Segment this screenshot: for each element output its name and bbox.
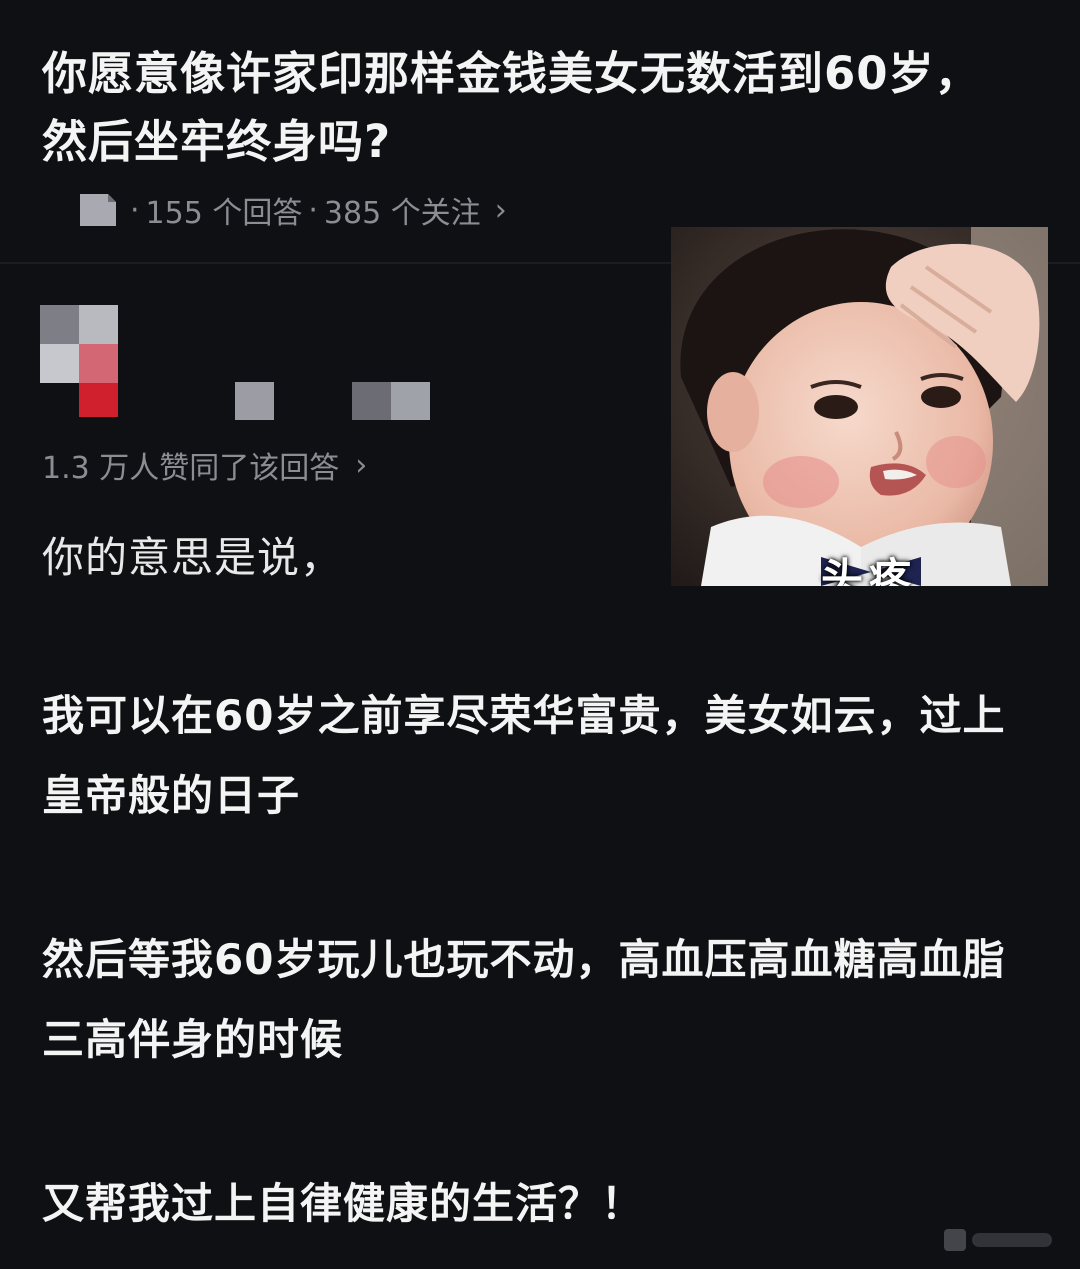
watermark-logo [938, 1221, 1058, 1257]
avatar-pixel [79, 305, 118, 344]
upvote-summary[interactable]: 1.3 万人赞同了该回答 › [42, 443, 367, 487]
avatar[interactable] [40, 305, 118, 417]
author-name-mosaic[interactable] [391, 382, 430, 420]
answer-paragraph: 然后等我60岁玩儿也玩不动，高血压高血糖高血脂三高伴身的时候 [42, 935, 1006, 1064]
answer-paragraph: 你的意思是说， [42, 533, 344, 582]
meta-separator: · [130, 192, 140, 228]
answer-paragraph: 我可以在60岁之前享尽荣华富贵，美女如云，过上皇帝般的日子 [42, 691, 1006, 820]
author-name-mosaic[interactable] [352, 382, 391, 420]
upvote-text: 1.3 万人赞同了该回答 [42, 451, 340, 486]
question-title[interactable]: 你愿意像许家印那样金钱美女无数活到60岁，然后坐牢终身吗? [42, 40, 982, 176]
answers-count: 155 个回答 [145, 196, 303, 231]
meme-image[interactable]: 头疼 [671, 227, 1048, 586]
meta-separator: · [308, 192, 318, 228]
avatar-pixel [79, 383, 118, 417]
avatar-pixel [40, 305, 79, 344]
chevron-right-icon: › [355, 447, 368, 483]
avatar-pixel [79, 344, 118, 383]
follow-count: 385 个关注 [323, 196, 481, 231]
chevron-right-icon: › [494, 192, 507, 228]
answer-paragraph: 又帮我过上自律健康的生活？！ [42, 1179, 645, 1228]
document-icon [78, 192, 118, 228]
author-name-mosaic[interactable] [235, 382, 274, 420]
question-meta[interactable]: · 155 个回答 · 385 个关注 › [78, 188, 507, 232]
meme-caption: 头疼 [821, 554, 918, 586]
avatar-pixel [40, 344, 79, 383]
meme-illustration [671, 227, 1048, 586]
